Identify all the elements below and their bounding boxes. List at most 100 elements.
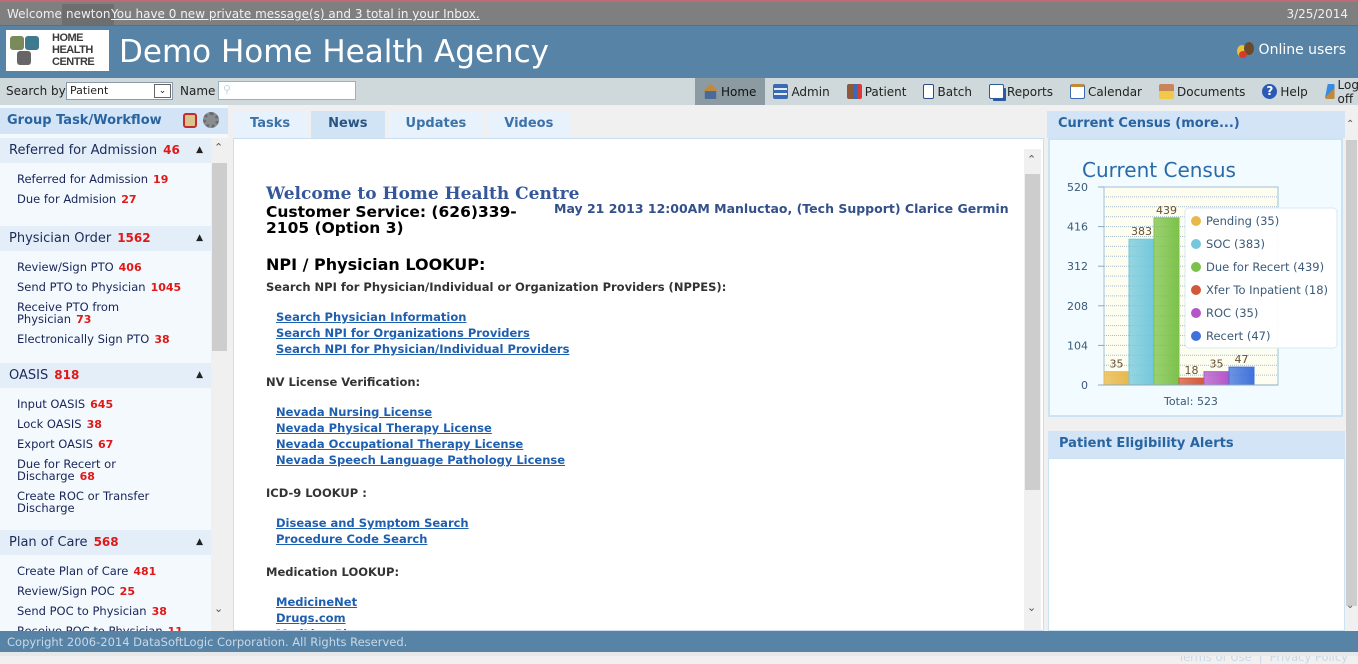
task-item[interactable]: Receive PTO from Physician 73: [17, 297, 137, 329]
group-count: 46: [163, 143, 180, 157]
scrollbar-thumb[interactable]: [1346, 140, 1357, 606]
copyright-text: Copyright 2006-2014 DataSoftLogic Corpor…: [7, 635, 408, 649]
collapse-icon[interactable]: ▲: [196, 537, 203, 547]
link-search-npi-individual[interactable]: Search NPI for Physician/Individual Prov…: [276, 341, 1006, 357]
collapse-icon[interactable]: ▲: [196, 370, 203, 380]
group-label: Physician Order: [9, 231, 112, 246]
nav-patient-label: Patient: [864, 84, 907, 99]
tab-news[interactable]: News: [311, 111, 385, 138]
link-nevada-occupational-therapy[interactable]: Nevada Occupational Therapy License: [276, 436, 1006, 452]
nav-admin[interactable]: Admin: [765, 78, 838, 105]
sidebar-scrollbar[interactable]: ⌃ ⌄: [211, 138, 228, 631]
group-count: 1562: [117, 231, 151, 245]
bar-recert[interactable]: [1228, 366, 1255, 386]
scroll-down-icon[interactable]: ⌄: [1027, 601, 1036, 614]
group-header[interactable]: Referred for Admission 46 ▲: [0, 138, 211, 163]
scroll-up-icon[interactable]: ⌃: [1027, 153, 1036, 166]
refresh-tasks-icon[interactable]: [183, 113, 197, 128]
legend-item[interactable]: SOC (383): [1206, 237, 1265, 251]
online-users-button[interactable]: Online users: [1236, 42, 1346, 58]
scroll-up-icon[interactable]: ⌃: [214, 141, 223, 154]
nav-documents-label: Documents: [1176, 84, 1246, 99]
logo[interactable]: HOME HEALTH CENTRE: [6, 30, 109, 71]
link-procedure-code-search[interactable]: Procedure Code Search: [276, 531, 1006, 547]
customer-service-text: Customer Service: (626)339-2105 (Option …: [266, 203, 517, 237]
task-item[interactable]: Export OASIS 67: [17, 434, 211, 454]
task-item[interactable]: Create Plan of Care 481: [17, 561, 211, 581]
scroll-up-icon[interactable]: ⌃: [1346, 119, 1354, 130]
task-item[interactable]: Send PTO to Physician 1045: [17, 277, 211, 297]
task-item[interactable]: Input OASIS 645: [17, 394, 211, 414]
task-item[interactable]: Electronically Sign PTO 38: [17, 329, 211, 349]
legend-item[interactable]: Recert (47): [1206, 329, 1270, 343]
tab-videos[interactable]: Videos: [487, 111, 571, 138]
nav-documents[interactable]: Documents: [1151, 78, 1254, 105]
link-search-physician-information[interactable]: Search Physician Information: [276, 309, 1006, 325]
legend-item[interactable]: ROC (35): [1206, 306, 1258, 320]
bar-soc[interactable]: [1128, 238, 1155, 386]
link-nevada-nursing[interactable]: Nevada Nursing License: [276, 404, 1006, 420]
scroll-down-icon[interactable]: ⌄: [214, 602, 223, 615]
collapse-icon[interactable]: ▲: [196, 145, 203, 155]
inbox-message-link[interactable]: You have 0 new private message(s) and 3 …: [111, 7, 480, 21]
tab-updates[interactable]: Updates: [388, 111, 484, 138]
name-search-input[interactable]: ⚲: [218, 81, 356, 100]
task-item[interactable]: Due for Recert or Discharge 68: [17, 454, 127, 486]
link-drugs-com[interactable]: Drugs.com: [276, 610, 1006, 626]
bar-value-label: 35: [1210, 358, 1224, 371]
group-header[interactable]: Physician Order 1562 ▲: [0, 226, 211, 251]
census-header-link[interactable]: Current Census (more...): [1047, 111, 1345, 138]
task-item[interactable]: Review/Sign PTO 406: [17, 257, 211, 277]
link-medicinenet[interactable]: MedicineNet: [276, 594, 1006, 610]
nav-help[interactable]: ? Help: [1254, 78, 1316, 105]
nav-reports[interactable]: Reports: [981, 78, 1062, 105]
legend-marker: [1191, 239, 1201, 249]
nav-patient[interactable]: Patient: [839, 78, 916, 105]
nav-batch[interactable]: Batch: [915, 78, 981, 105]
scroll-down-icon[interactable]: ⌄: [1346, 600, 1354, 611]
group-header[interactable]: OASIS 818 ▲: [0, 363, 211, 388]
link-nevada-speech-language[interactable]: Nevada Speech Language Pathology License: [276, 452, 1006, 468]
legend-marker: [1191, 262, 1201, 272]
link-nevada-physical-therapy[interactable]: Nevada Physical Therapy License: [276, 420, 1006, 436]
task-item[interactable]: Send POC to Physician 38: [17, 601, 211, 621]
help-icon: ?: [1262, 84, 1278, 99]
bar-xfer-to-inpatient[interactable]: [1178, 377, 1205, 386]
link-search-npi-organizations[interactable]: Search NPI for Organizations Providers: [276, 325, 1006, 341]
gear-icon[interactable]: [203, 112, 219, 128]
group-label: Referred for Admission: [9, 143, 158, 158]
chevron-down-icon[interactable]: ⌄: [154, 84, 171, 98]
right-scrollbar[interactable]: ⌃ ⌄: [1345, 111, 1358, 631]
nav-reports-label: Reports: [1006, 84, 1054, 99]
content-scrollbar[interactable]: ⌃ ⌄: [1024, 149, 1041, 630]
bar-value-label: 35: [1110, 358, 1124, 371]
task-item[interactable]: Create ROC or Transfer Discharge: [17, 486, 157, 517]
task-item[interactable]: Review/Sign POC 25: [17, 581, 211, 601]
task-item[interactable]: Lock OASIS 38: [17, 414, 211, 434]
legend-item[interactable]: Xfer To Inpatient (18): [1206, 283, 1328, 297]
nav-logoff[interactable]: Log off: [1317, 78, 1358, 106]
scrollbar-thumb[interactable]: [1025, 174, 1040, 490]
link-disease-symptom-search[interactable]: Disease and Symptom Search: [276, 515, 1006, 531]
legend-item[interactable]: Pending (35): [1206, 214, 1279, 228]
search-by-label: Search by: [6, 84, 66, 98]
app-header: HOME HEALTH CENTRE Demo Home Health Agen…: [0, 26, 1358, 78]
nav-calendar[interactable]: Calendar: [1062, 78, 1151, 105]
task-item[interactable]: Referred for Admission 19: [17, 169, 211, 189]
group-header[interactable]: Plan of Care 568 ▲: [0, 530, 211, 555]
nav-calendar-label: Calendar: [1088, 84, 1142, 99]
bar-value-label: 18: [1185, 364, 1199, 377]
collapse-icon[interactable]: ▲: [196, 233, 203, 243]
nav-home-label: Home: [721, 84, 757, 99]
bar-roc[interactable]: [1203, 371, 1230, 386]
bar-pending[interactable]: [1103, 371, 1130, 386]
bar-value-label: 47: [1235, 353, 1249, 366]
scrollbar-thumb[interactable]: [212, 163, 227, 351]
bar-due-for-recert[interactable]: [1153, 217, 1180, 386]
tab-tasks[interactable]: Tasks: [233, 111, 308, 138]
task-item[interactable]: Due for Admision 27: [17, 189, 211, 209]
nav-home[interactable]: Home: [695, 78, 766, 105]
search-by-select[interactable]: Patient ⌄: [66, 82, 173, 100]
legend-item[interactable]: Due for Recert (439): [1206, 260, 1324, 274]
task-item[interactable]: Receive POC to Physician 11: [17, 621, 211, 632]
